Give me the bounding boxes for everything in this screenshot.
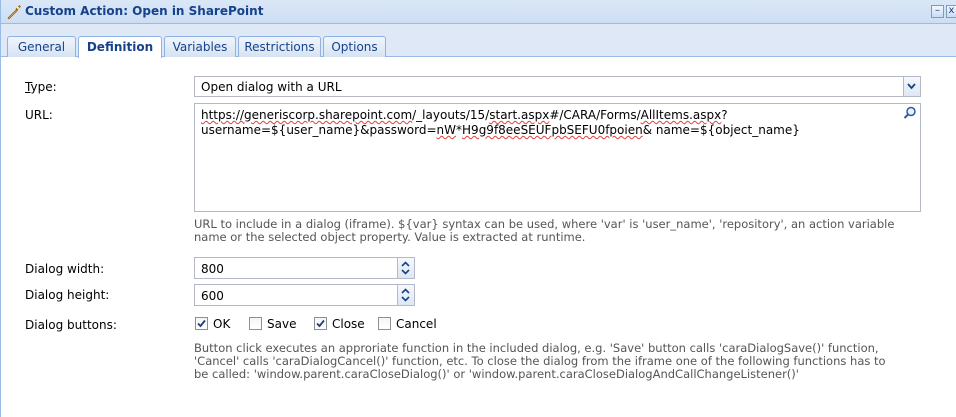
checkbox-box[interactable] bbox=[249, 317, 262, 330]
close-icon: x bbox=[948, 5, 955, 16]
url-label: URL: bbox=[25, 108, 53, 122]
dialog-width-field[interactable]: 800 bbox=[194, 257, 415, 279]
tab-options[interactable]: Options bbox=[323, 36, 386, 57]
custom-action-window: Custom Action: Open in SharePoint – x Ge… bbox=[0, 0, 956, 417]
tab-label: Restrictions bbox=[244, 40, 315, 54]
tab-restrictions[interactable]: Restrictions bbox=[238, 36, 321, 57]
tab-strip: General Definition Variables Restriction… bbox=[1, 24, 956, 58]
checkbox-label: Save bbox=[267, 317, 297, 331]
checkbox-label: OK bbox=[213, 317, 231, 331]
tab-label: General bbox=[17, 40, 66, 54]
spinner-arrows-icon bbox=[401, 261, 410, 275]
type-dropdown-trigger[interactable] bbox=[903, 77, 920, 96]
dialog-buttons-label: Dialog buttons: bbox=[25, 318, 117, 332]
checkbox-box[interactable] bbox=[195, 317, 208, 330]
url-textarea[interactable]: https://generiscorp.sharepoint.com/_layo… bbox=[194, 103, 921, 212]
dialog-height-field[interactable]: 600 bbox=[194, 284, 415, 306]
dialog-height-label: Dialog height: bbox=[25, 288, 110, 302]
minimize-button[interactable]: – bbox=[931, 5, 944, 18]
close-button[interactable]: x bbox=[946, 5, 956, 18]
chevron-down-icon bbox=[907, 83, 916, 90]
type-combobox[interactable]: Open dialog with a URL bbox=[194, 76, 921, 97]
search-icon[interactable] bbox=[903, 106, 917, 120]
tab-label: Definition bbox=[86, 40, 154, 54]
dialog-width-value: 800 bbox=[201, 262, 224, 276]
tab-label: Options bbox=[331, 40, 378, 54]
checkbox-label: Close bbox=[332, 317, 365, 331]
checkbox-box[interactable] bbox=[314, 317, 327, 330]
checkbox-label: Cancel bbox=[396, 317, 437, 331]
tab-general[interactable]: General bbox=[7, 36, 76, 57]
dialog-height-spinner[interactable] bbox=[397, 285, 414, 305]
type-label: Type: bbox=[25, 80, 57, 94]
type-value: Open dialog with a URL bbox=[201, 80, 342, 94]
wrench-icon bbox=[7, 5, 21, 20]
minimize-icon: – bbox=[935, 5, 940, 16]
tab-definition[interactable]: Definition bbox=[78, 36, 162, 58]
checkbox-box[interactable] bbox=[378, 317, 391, 330]
buttons-help-text: Button click executes an approriate func… bbox=[194, 341, 886, 381]
dialog-height-value: 600 bbox=[201, 289, 224, 303]
url-line-2: username=${user_name}&password=nW*H9g9f8… bbox=[201, 123, 800, 137]
tab-label: Variables bbox=[172, 40, 228, 54]
tab-variables[interactable]: Variables bbox=[164, 36, 236, 57]
dialog-width-spinner[interactable] bbox=[397, 258, 414, 278]
window-title: Custom Action: Open in SharePoint bbox=[25, 4, 264, 18]
window-titlebar: Custom Action: Open in SharePoint – x bbox=[1, 0, 956, 24]
dialog-width-label: Dialog width: bbox=[25, 262, 105, 276]
url-line-1: https://generiscorp.sharepoint.com/_layo… bbox=[201, 108, 728, 122]
checkmark-icon bbox=[316, 319, 325, 328]
checkmark-icon bbox=[197, 319, 206, 328]
spinner-arrows-icon bbox=[401, 288, 410, 302]
url-help-text: URL to include in a dialog (iframe). ${v… bbox=[194, 217, 895, 244]
